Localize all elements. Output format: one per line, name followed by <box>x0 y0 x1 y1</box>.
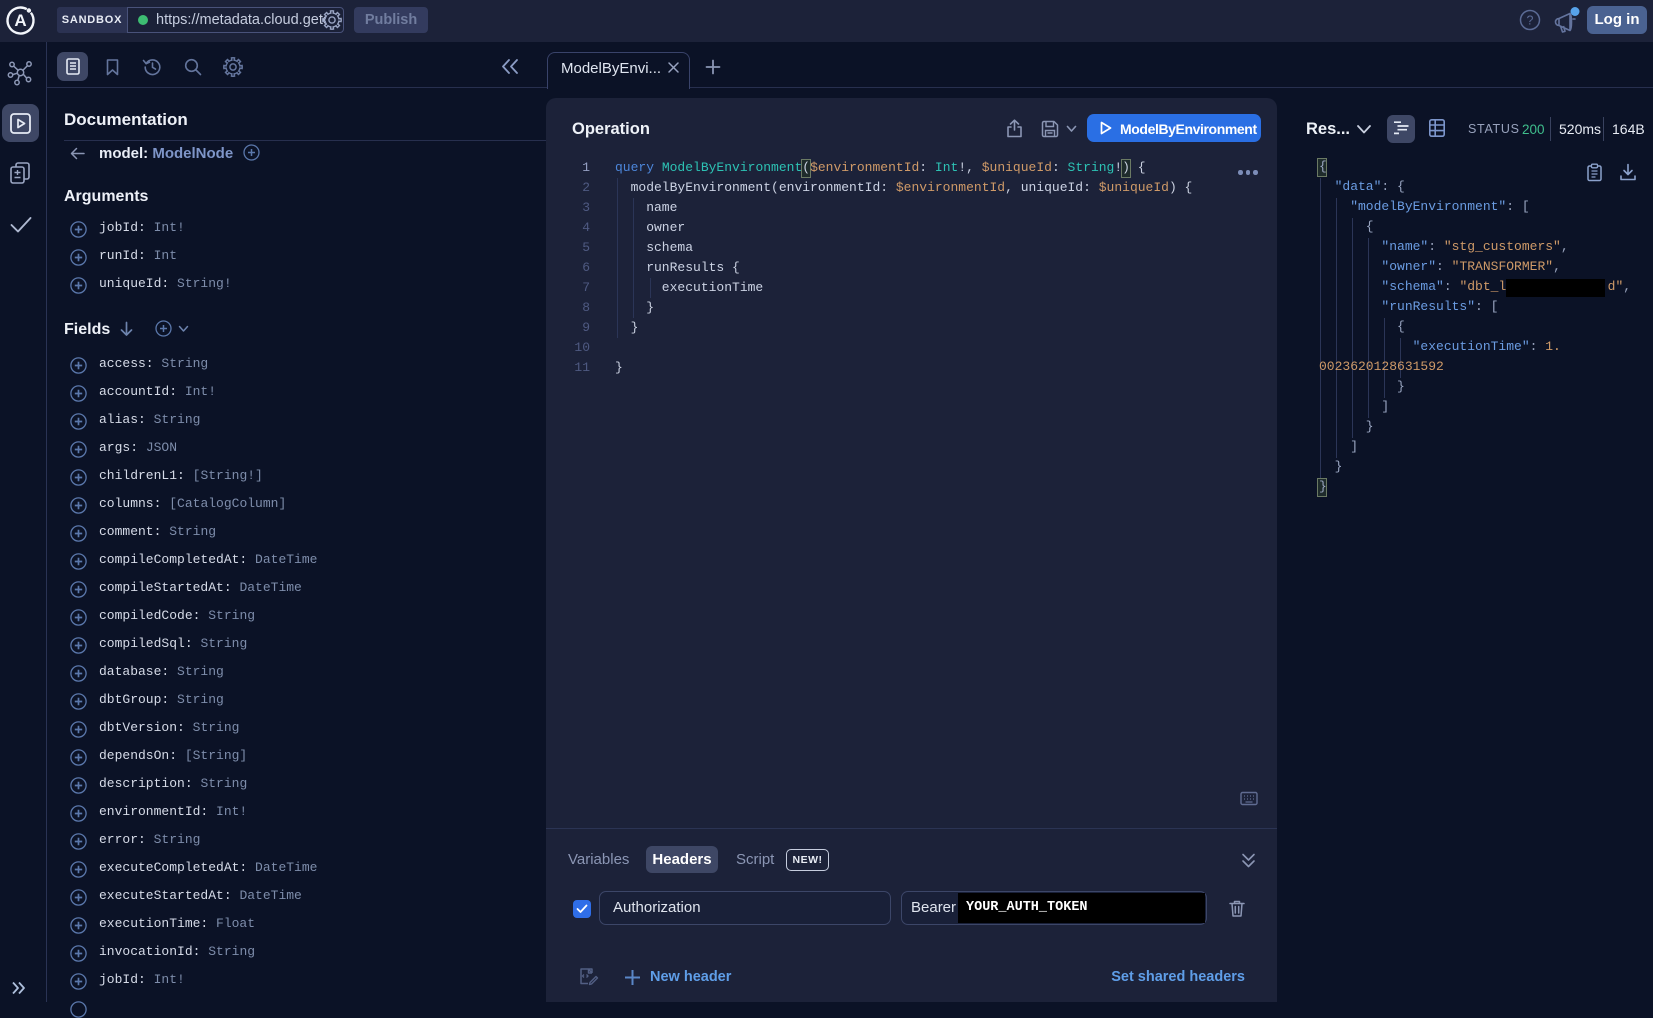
svg-text:?: ? <box>1527 14 1534 28</box>
